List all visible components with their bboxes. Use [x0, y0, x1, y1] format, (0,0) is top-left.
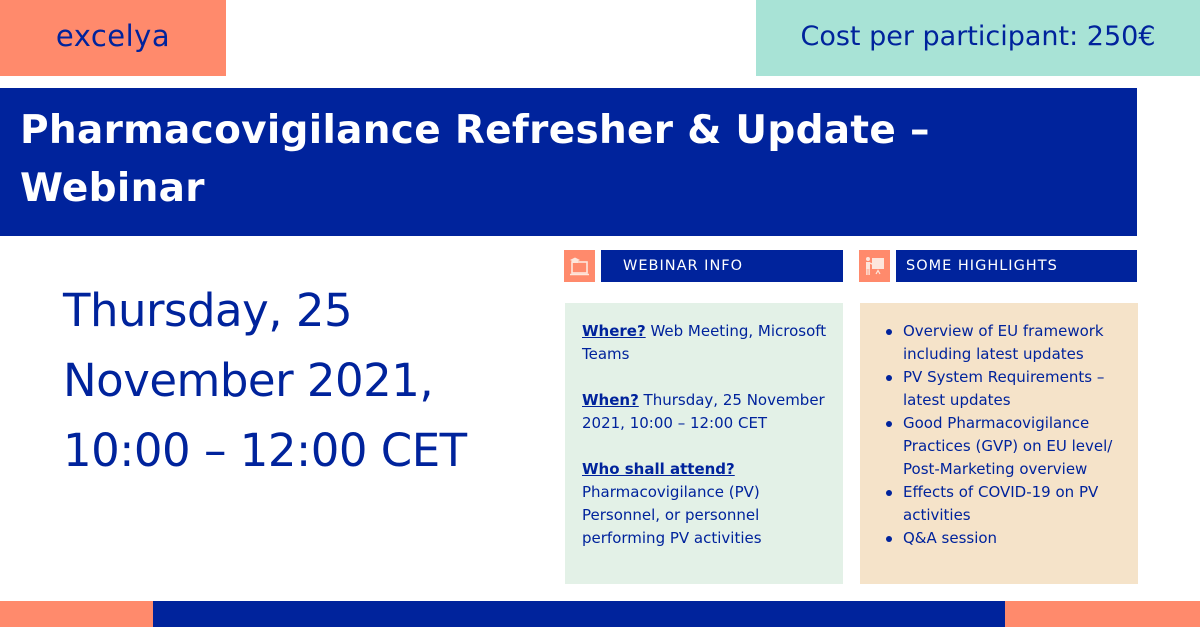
presenter-board-icon	[859, 250, 890, 282]
bullet-icon	[886, 375, 892, 381]
list-item: Q&A session	[878, 527, 1130, 550]
bullet-icon	[886, 536, 892, 542]
bullet-icon	[886, 421, 892, 427]
webinar-info-header: WEBINAR INFO	[564, 250, 843, 282]
info-when-key: When?	[582, 391, 639, 409]
event-date-line-1: Thursday, 25	[63, 284, 353, 337]
cost-banner: Cost per participant: 250€	[756, 0, 1200, 76]
list-item-text: Good Pharmacovigilance Practices (GVP) o…	[903, 414, 1113, 478]
event-date-line-3: 10:00 – 12:00 CET	[63, 424, 467, 477]
footer-stripe-left	[0, 601, 153, 627]
info-where: Where? Web Meeting, Microsoft Teams	[582, 320, 833, 366]
logo-box: excelya	[0, 0, 226, 76]
cost-per-participant: Cost per participant: 250€	[800, 20, 1156, 52]
info-who: Who shall attend? Pharmacovigilance (PV)…	[582, 458, 833, 550]
footer-stripe-right	[1005, 601, 1200, 627]
event-date-line-2: November 2021,	[63, 354, 434, 407]
webinar-info-box: Where? Web Meeting, Microsoft Teams When…	[565, 303, 843, 584]
list-item-text: Overview of EU framework including lates…	[903, 322, 1104, 363]
info-who-key: Who shall attend?	[582, 460, 735, 478]
list-item-text: PV System Requirements – latest updates	[903, 368, 1105, 409]
page-title-line-2: Webinar	[20, 166, 205, 211]
event-date: Thursday, 25 November 2021, 10:00 – 12:0…	[63, 276, 533, 486]
list-item: Good Pharmacovigilance Practices (GVP) o…	[878, 412, 1130, 481]
highlights-list: Overview of EU framework including lates…	[878, 320, 1130, 550]
list-item: Effects of COVID-19 on PV activities	[878, 481, 1130, 527]
highlights-box: Overview of EU framework including lates…	[860, 303, 1138, 584]
info-when: When? Thursday, 25 November 2021, 10:00 …	[582, 389, 833, 435]
list-item-text: Effects of COVID-19 on PV activities	[903, 483, 1099, 524]
footer-stripe-middle	[153, 601, 1005, 627]
list-item: PV System Requirements – latest updates	[878, 366, 1130, 412]
webinar-info-label: WEBINAR INFO	[601, 250, 843, 282]
excelya-logo: excelya	[55, 19, 171, 53]
bullet-icon	[886, 329, 892, 335]
info-who-value: Pharmacovigilance (PV) Personnel, or per…	[582, 483, 762, 547]
list-item: Overview of EU framework including lates…	[878, 320, 1130, 366]
highlights-header: SOME HIGHLIGHTS	[859, 250, 1137, 282]
bullet-icon	[886, 490, 892, 496]
title-banner: Pharmacovigilance Refresher & Update – W…	[0, 88, 1137, 236]
list-item-text: Q&A session	[903, 529, 998, 547]
laptop-graduation-cap-icon	[564, 250, 595, 282]
highlights-label: SOME HIGHLIGHTS	[896, 250, 1137, 282]
page-title-line-1: Pharmacovigilance Refresher & Update –	[20, 108, 930, 153]
info-where-key: Where?	[582, 322, 646, 340]
